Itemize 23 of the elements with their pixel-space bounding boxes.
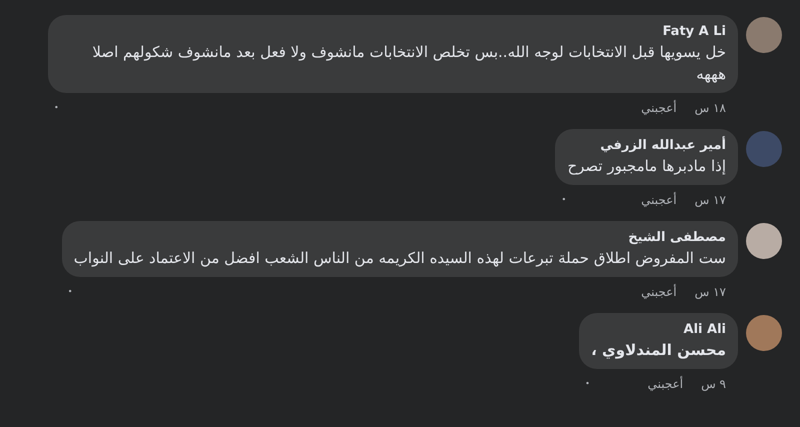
like-link[interactable]: أعجبني [648,375,684,393]
comment-author[interactable]: Faty A Li [60,23,726,41]
comment-text: إذا مادبرها مامجبور تصرح [567,156,726,177]
dot-separator: • [68,286,73,298]
like-link[interactable]: أعجبني [641,99,677,117]
comment-text: خل يسويها قبل الانتخابات لوجه الله..بس تخلص الانتخابات مانشوف ولا فعل بعد مانشوف شكولهم اصلا هههه [91,42,726,85]
like-link[interactable]: أعجبني [641,283,677,301]
comment-author[interactable]: مصطفى الشيخ [74,229,726,247]
avatar-photo-placeholder[interactable] [746,315,782,351]
dot-separator: • [54,102,59,114]
comment-time[interactable]: ١٧ س [694,191,726,209]
comment-text: محسن المندلاوي ، [591,340,726,361]
comment-author[interactable]: أمير عبدالله الزرفي [567,137,726,155]
comment-author[interactable]: Ali Ali [591,321,726,339]
avatar-photo-placeholder[interactable] [746,223,782,259]
dot-separator: • [561,194,566,206]
comment-time[interactable]: ٩ س [701,375,726,393]
comment-time[interactable]: ١٧ س [694,283,726,301]
comment-time[interactable]: ١٨ س [694,99,726,117]
like-link[interactable]: أعجبني [641,191,677,209]
dot-separator: • [585,378,590,390]
comment-text: ست المفروض اطلاق حملة تبرعات لهذه السيده الكريمه من الناس الشعب افضل من الاعتماد على النواب [74,248,726,269]
avatar-photo-placeholder[interactable] [746,17,782,53]
